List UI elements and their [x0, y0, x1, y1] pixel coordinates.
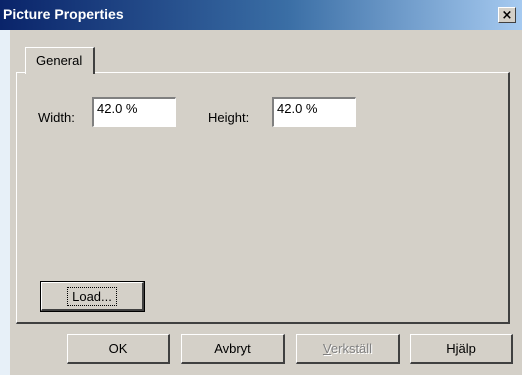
tab-general[interactable]: General	[25, 47, 95, 74]
apply-button-mnemonic: V	[322, 341, 331, 356]
help-button[interactable]: Hjälp	[410, 334, 513, 364]
apply-button[interactable]: Verkställ	[296, 334, 400, 364]
close-icon: ×	[501, 7, 513, 23]
left-edge-strip	[0, 30, 10, 375]
title-bar[interactable]: Picture Properties ×	[0, 0, 522, 30]
ok-button[interactable]: OK	[67, 334, 170, 364]
width-input[interactable]: 42.0 %	[92, 97, 176, 127]
width-label: Width:	[38, 110, 75, 125]
ok-button-label: OK	[108, 341, 128, 356]
load-button[interactable]: Load...	[40, 281, 145, 312]
help-button-label: Hjälp	[446, 341, 476, 356]
apply-button-label: Verkställ	[323, 341, 372, 356]
cancel-button[interactable]: Avbryt	[181, 334, 285, 364]
height-input[interactable]: 42.0 %	[272, 97, 356, 127]
cancel-button-label: Avbryt	[214, 341, 251, 356]
picture-properties-dialog: Picture Properties × General Width: 42.0…	[0, 0, 522, 375]
close-button[interactable]: ×	[498, 7, 516, 23]
height-label: Height:	[208, 110, 250, 125]
apply-button-label-rest: erkställ	[330, 341, 373, 356]
load-button-label: Load...	[67, 286, 117, 306]
window-title: Picture Properties	[3, 6, 124, 22]
tab-general-label: General	[36, 53, 83, 68]
